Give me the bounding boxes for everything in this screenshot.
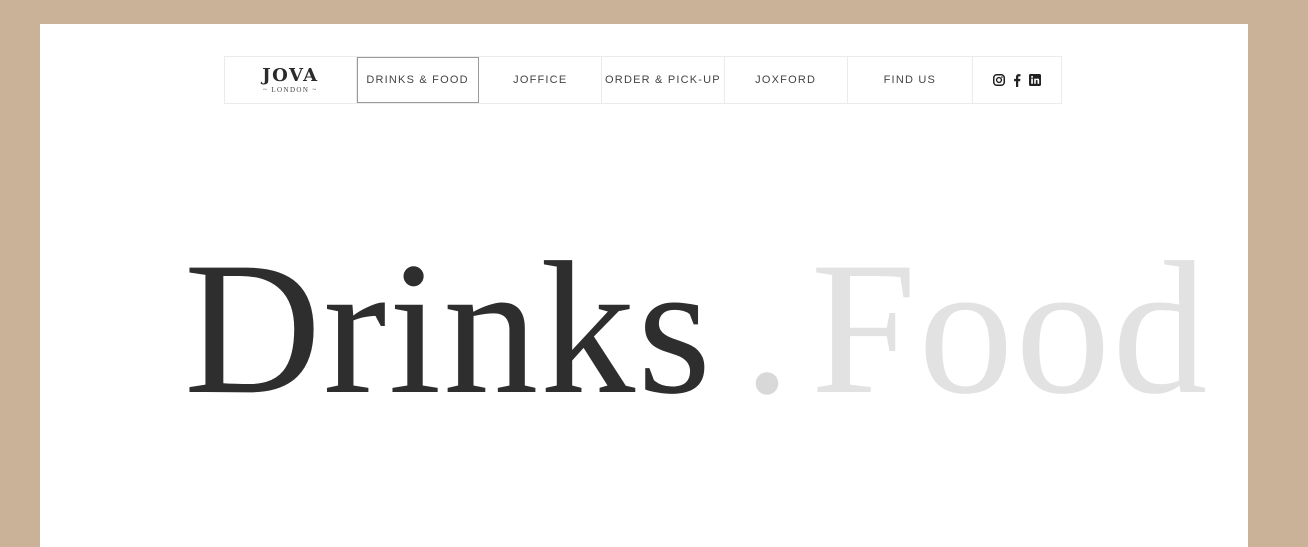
main-nav: JOVA ~ LONDON ~ DRINKS & FOOD JOFFICE OR… [224,56,1062,104]
hero-heading: Drinks. Food [184,234,1209,424]
nav-item-find-us[interactable]: FIND US [848,57,974,103]
brand-logo[interactable]: JOVA ~ LONDON ~ [225,57,357,103]
brand-subtitle: ~ LONDON ~ [263,85,318,94]
linkedin-icon[interactable] [1029,74,1042,86]
facebook-icon[interactable] [1013,73,1021,87]
brand-name: JOVA [262,64,319,86]
page-canvas: JOVA ~ LONDON ~ DRINKS & FOOD JOFFICE OR… [40,24,1248,547]
instagram-icon[interactable] [993,74,1006,86]
social-links [973,57,1061,103]
nav-item-joffice[interactable]: JOFFICE [479,57,603,103]
hero-separator: . [743,224,791,434]
nav-item-joxford[interactable]: JOXFORD [725,57,848,103]
nav-item-drinks-food[interactable]: DRINKS & FOOD [356,57,480,103]
hero-word-food: Food [810,224,1210,434]
hero-word-drinks: Drinks [184,224,714,434]
nav-item-order-pickup[interactable]: ORDER & PICK-UP [602,57,725,103]
